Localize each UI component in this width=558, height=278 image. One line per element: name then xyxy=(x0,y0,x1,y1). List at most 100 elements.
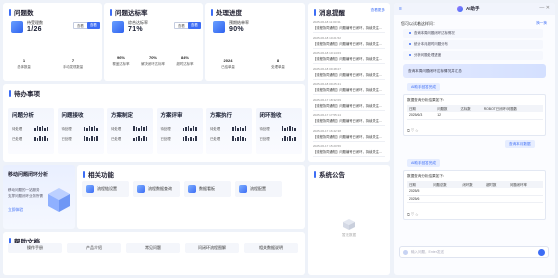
title-bar xyxy=(314,170,316,178)
divider xyxy=(313,32,385,33)
function-icon xyxy=(188,185,196,193)
message-item[interactable]: 2025-06-17 16:42:38 【流程协同通知】问题编号已闭环，持续关注.… xyxy=(313,129,385,141)
pending-card[interactable]: 问题接收 待处理 已处理 xyxy=(57,108,104,154)
message-date: 2025-06-18 11:00:31 xyxy=(313,20,341,24)
help-link-intro[interactable]: 产品介绍 xyxy=(67,243,121,253)
view-button-primary[interactable]: 查看 xyxy=(87,22,100,29)
message-date: 2025-06-18 09:25:41 xyxy=(313,82,341,86)
mini-bar xyxy=(96,128,98,131)
help-link-manual[interactable]: 操作手册 xyxy=(8,243,62,253)
stat-timeout: 84% 超时达标率 xyxy=(176,55,194,66)
promo-title: 移动问题闭环分析 xyxy=(8,172,49,178)
message-text: 【流程协同通知】问题编号已闭环，持续关注... xyxy=(313,72,382,77)
mini-bar xyxy=(190,128,192,131)
mini-bar xyxy=(232,136,234,141)
pending-name: 闭环验收 xyxy=(259,113,282,119)
suggestion-item[interactable]: 统计本月超时问题分布 xyxy=(403,40,543,49)
messages-panel: 消息提醒 查看更多 2025-06-18 11:00:31 【流程协同通知】问题编… xyxy=(308,3,390,162)
functions-title: 相关功能 xyxy=(88,172,114,179)
mini-bar xyxy=(286,137,289,141)
message-item[interactable]: 2025-06-17 15:20:56 【流程协同通知】问题编号已闭环，持续关注.… xyxy=(313,144,385,157)
user-query-bubble: 查询本周问题闭环达标情况并汇总 xyxy=(403,64,546,78)
pending-row: 待处理 xyxy=(259,127,270,131)
title-bar xyxy=(314,8,316,16)
message-text: 【流程协同通知】问题编号已闭环，持续关注... xyxy=(313,26,382,30)
mini-bar xyxy=(291,127,294,131)
stat-closed-loop: 70% 解决闭环达标率 xyxy=(141,55,165,66)
pending-card[interactable]: 方案执行 待处理 已处理 xyxy=(206,108,252,154)
result-table-2: 日期 问题总数 闭环数 超时数 问题闭环率 2025/5 2025/6 xyxy=(407,181,543,203)
message-item[interactable]: 2025-06-18 09:48:27 【流程协同通知】问题编号已闭环，持续关注.… xyxy=(313,67,385,79)
feedback-icons[interactable]: ⧉ ♡ ☆ xyxy=(407,128,418,133)
try-now-link[interactable]: 立即体验 xyxy=(8,208,23,213)
help-link-flowchart[interactable]: 问闭环流程图解 xyxy=(185,243,239,253)
kpi-value: 90% xyxy=(229,26,244,33)
message-text: 【流程协同通知】问题编号已闭环，持续关注... xyxy=(313,134,382,139)
message-item[interactable]: 2025-06-17 18:32:09 【流程协同通知】问题编号已闭环，持续关注.… xyxy=(313,98,385,110)
divider xyxy=(313,140,385,141)
pending-name: 方案制定 xyxy=(111,113,134,119)
mini-bars xyxy=(83,136,98,141)
refresh-link[interactable]: 换一换 xyxy=(536,21,547,26)
mini-bar xyxy=(86,137,88,141)
mini-bar xyxy=(145,137,147,141)
mini-bar xyxy=(34,137,36,141)
mini-bar xyxy=(242,137,244,141)
mini-bar xyxy=(34,128,36,131)
mini-bar xyxy=(239,127,242,131)
pending-row: 待处理 xyxy=(12,127,23,131)
func-item[interactable]: 流程配置 xyxy=(235,181,282,197)
mini-bar xyxy=(192,138,195,141)
suggestion-item[interactable]: 分析问题处理进度 xyxy=(403,51,543,60)
pending-card[interactable]: 方案制定 待处理 已处理 xyxy=(107,108,153,154)
mini-bar xyxy=(138,136,140,141)
func-item[interactable]: 流程数据查询 xyxy=(133,181,180,197)
view-more-link[interactable]: 查看更多 xyxy=(371,8,385,13)
pending-row: 已处理 xyxy=(210,137,221,141)
message-item[interactable]: 2025-06-18 09:25:41 【流程协同通知】问题编号已闭环，持续关注.… xyxy=(313,82,385,95)
message-item[interactable]: 2025-06-18 10:14:03 【流程协同通知】问题编号已闭环，持续关注.… xyxy=(313,51,385,64)
window-controls-icon[interactable]: — ✕ xyxy=(539,5,550,11)
send-icon[interactable] xyxy=(538,249,545,256)
assistant-title: AI助手 xyxy=(466,6,480,11)
message-date: 2025-06-18 10:21:52 xyxy=(313,35,341,40)
pending-card[interactable]: 方案评审 待处理 已处理 xyxy=(156,108,203,154)
message-item[interactable]: 2025-06-17 17:55:14 【流程协同通知】问题编号已闭环，持续关注.… xyxy=(313,113,385,126)
mini-bar xyxy=(244,138,246,141)
mini-bar xyxy=(234,126,237,131)
pending-row: 待处理 xyxy=(61,127,72,131)
divider xyxy=(313,78,385,79)
mini-bars xyxy=(34,126,48,131)
pending-row: 已处理 xyxy=(12,137,23,141)
chat-input[interactable]: 输入问题，Enter发送 xyxy=(399,246,549,258)
divider xyxy=(313,156,385,157)
mini-bars xyxy=(232,126,246,131)
bullet-icon xyxy=(409,43,411,46)
mini-bar xyxy=(237,137,239,141)
view-button[interactable]: 查看 xyxy=(73,22,88,29)
kpi-title: 问题数 xyxy=(14,10,34,17)
mini-bars xyxy=(182,136,197,141)
menu-icon[interactable]: ≡ xyxy=(399,7,402,12)
mini-bars xyxy=(83,126,98,131)
view-button[interactable]: 查看 xyxy=(174,22,189,29)
func-item[interactable]: 流程链设置 xyxy=(82,181,129,197)
result-table-1: 日期 问题数 达标数 ROBOT已闭环/问题数 2025/6/3 12 xyxy=(407,105,543,120)
suggestion-item[interactable]: 查询本周问题闭环达标情况 xyxy=(403,29,543,38)
help-link-data[interactable]: 相关数据说明 xyxy=(244,243,298,253)
message-item[interactable]: 2025-06-18 10:21:52 【流程协同通知】问题编号已闭环，持续关注.… xyxy=(313,35,385,48)
func-item[interactable]: 数据看板 xyxy=(184,181,231,197)
function-icon xyxy=(86,185,94,193)
help-panel: 帮助文档 xyxy=(3,232,305,275)
message-item[interactable]: 2025-06-18 11:00:31 【流程协同通知】问题编号已闭环，持续关注.… xyxy=(313,20,385,33)
feedback-icons[interactable]: ⧉ ♡ ☆ xyxy=(407,212,418,217)
bullet-icon xyxy=(409,32,411,35)
answer-status-badge: AI助手回答完成 xyxy=(407,159,440,167)
notice-title: 系统公告 xyxy=(319,172,345,179)
kpi-icon xyxy=(11,21,23,33)
help-link-faq[interactable]: 常见问题 xyxy=(126,243,180,253)
pending-card[interactable]: 问题分析 待处理 已处理 xyxy=(8,108,54,154)
pending-row: 待处理 xyxy=(111,127,122,131)
pending-card[interactable]: 闭环验收 待处理 已处理 xyxy=(255,108,302,154)
view-button-primary[interactable]: 查看 xyxy=(188,22,201,29)
